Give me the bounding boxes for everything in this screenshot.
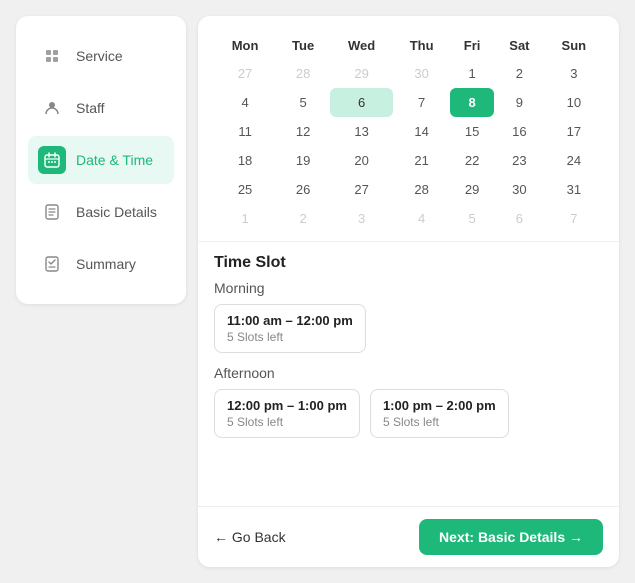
cal-header-thu: Thu [393,32,450,59]
cal-cell-9[interactable]: 9 [494,88,545,117]
cal-cell-4[interactable]: 4 [214,88,276,117]
footer-bar: ← Go Back Next: Basic Details → [198,506,619,567]
cal-cell-6[interactable]: 6 [494,204,545,233]
calendar-row-4: 25262728293031 [214,175,603,204]
timeslot-groups: Morning 11:00 am – 12:00 pm 5 Slots left Af… [214,280,603,438]
cal-cell-28[interactable]: 28 [276,59,330,88]
cal-cell-22[interactable]: 22 [450,146,494,175]
cal-cell-23[interactable]: 23 [494,146,545,175]
cal-cell-3[interactable]: 3 [330,204,393,233]
cal-cell-14[interactable]: 14 [393,117,450,146]
cal-cell-21[interactable]: 21 [393,146,450,175]
main-layout: Service Staff Date & Time Basic Details … [16,16,619,567]
cal-cell-30[interactable]: 30 [393,59,450,88]
timeslot-card-1-0[interactable]: 12:00 pm – 1:00 pm 5 Slots left [214,389,360,438]
sidebar-item-label-datetime: Date & Time [76,152,153,168]
timeslot-card-1-1[interactable]: 1:00 pm – 2:00 pm 5 Slots left [370,389,509,438]
back-button[interactable]: ← Go Back [214,529,286,545]
cal-cell-29[interactable]: 29 [330,59,393,88]
sidebar: Service Staff Date & Time Basic Details … [16,16,186,304]
cal-cell-27[interactable]: 27 [214,59,276,88]
main-panel: MonTueWedThuFriSatSun 272829301234567891… [198,16,619,567]
next-button[interactable]: Next: Basic Details → [419,519,603,555]
timeslot-slots-left: 5 Slots left [227,415,347,429]
calendar-row-1: 45678910 [214,88,603,117]
sidebar-item-summary[interactable]: Summary [28,240,174,288]
cal-header-mon: Mon [214,32,276,59]
cal-header-sat: Sat [494,32,545,59]
sidebar-item-service[interactable]: Service [28,32,174,80]
calendar-row-3: 18192021222324 [214,146,603,175]
timeslot-section: Time Slot Morning 11:00 am – 12:00 pm 5 Sl… [198,241,619,461]
cal-cell-29[interactable]: 29 [450,175,494,204]
cal-cell-18[interactable]: 18 [214,146,276,175]
page-container: Service Staff Date & Time Basic Details … [0,0,635,583]
cal-cell-1[interactable]: 1 [214,204,276,233]
timeslot-row-0: 11:00 am – 12:00 pm 5 Slots left [214,304,603,353]
summary-icon [38,250,66,278]
timeslot-card-0-0[interactable]: 11:00 am – 12:00 pm 5 Slots left [214,304,366,353]
sidebar-item-label-basicdetails: Basic Details [76,204,157,220]
cal-cell-12[interactable]: 12 [276,117,330,146]
cal-cell-28[interactable]: 28 [393,175,450,204]
timeslot-time: 12:00 pm – 1:00 pm [227,398,347,413]
calendar-section: MonTueWedThuFriSatSun 272829301234567891… [198,16,619,241]
calendar-row-0: 27282930123 [214,59,603,88]
datetime-icon [38,146,66,174]
cal-cell-6[interactable]: 6 [330,88,393,117]
cal-cell-15[interactable]: 15 [450,117,494,146]
cal-cell-26[interactable]: 26 [276,175,330,204]
cal-header-sun: Sun [545,32,603,59]
cal-header-fri: Fri [450,32,494,59]
cal-cell-2[interactable]: 2 [494,59,545,88]
cal-cell-13[interactable]: 13 [330,117,393,146]
cal-cell-1[interactable]: 1 [450,59,494,88]
cal-cell-4[interactable]: 4 [393,204,450,233]
sidebar-item-staff[interactable]: Staff [28,84,174,132]
service-icon [38,42,66,70]
cal-cell-17[interactable]: 17 [545,117,603,146]
sidebar-item-label-service: Service [76,48,123,64]
cal-cell-19[interactable]: 19 [276,146,330,175]
cal-cell-5[interactable]: 5 [276,88,330,117]
timeslot-slots-left: 5 Slots left [383,415,496,429]
staff-icon [38,94,66,122]
cal-cell-27[interactable]: 27 [330,175,393,204]
cal-cell-25[interactable]: 25 [214,175,276,204]
cal-cell-7[interactable]: 7 [393,88,450,117]
timeslot-group-label-1: Afternoon [214,365,603,381]
cal-cell-3[interactable]: 3 [545,59,603,88]
cal-cell-5[interactable]: 5 [450,204,494,233]
cal-header-wed: Wed [330,32,393,59]
cal-cell-2[interactable]: 2 [276,204,330,233]
cal-cell-16[interactable]: 16 [494,117,545,146]
sidebar-item-basicdetails[interactable]: Basic Details [28,188,174,236]
cal-cell-10[interactable]: 10 [545,88,603,117]
cal-cell-31[interactable]: 31 [545,175,603,204]
sidebar-item-label-staff: Staff [76,100,105,116]
cal-cell-30[interactable]: 30 [494,175,545,204]
timeslot-row-1: 12:00 pm – 1:00 pm5 Slots left1:00 pm – … [214,389,603,438]
calendar-row-5: 1234567 [214,204,603,233]
sidebar-item-label-summary: Summary [76,256,136,272]
cal-cell-7[interactable]: 7 [545,204,603,233]
cal-cell-20[interactable]: 20 [330,146,393,175]
timeslot-group-label-0: Morning [214,280,603,296]
calendar-table: MonTueWedThuFriSatSun 272829301234567891… [214,32,603,233]
cal-header-tue: Tue [276,32,330,59]
timeslot-title: Time Slot [214,254,603,272]
calendar-row-2: 11121314151617 [214,117,603,146]
basicdetails-icon [38,198,66,226]
timeslot-slots-left: 5 Slots left [227,330,353,344]
sidebar-item-datetime[interactable]: Date & Time [28,136,174,184]
scrollable-content[interactable]: MonTueWedThuFriSatSun 272829301234567891… [198,16,619,506]
cal-cell-8[interactable]: 8 [450,88,494,117]
cal-cell-24[interactable]: 24 [545,146,603,175]
timeslot-time: 11:00 am – 12:00 pm [227,313,353,328]
timeslot-time: 1:00 pm – 2:00 pm [383,398,496,413]
cal-cell-11[interactable]: 11 [214,117,276,146]
calendar-header: MonTueWedThuFriSatSun [214,32,603,59]
calendar-body: 2728293012345678910111213141516171819202… [214,59,603,233]
